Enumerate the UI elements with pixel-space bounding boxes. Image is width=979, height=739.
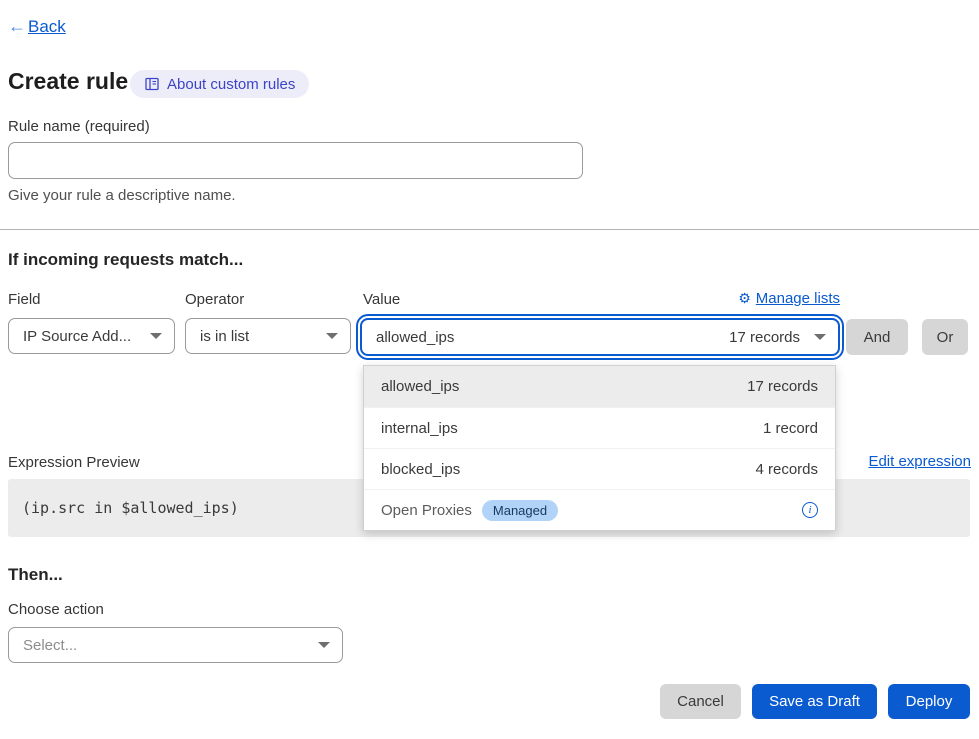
chevron-down-icon bbox=[814, 334, 826, 340]
action-select-placeholder: Select... bbox=[23, 637, 77, 654]
and-button[interactable]: And bbox=[846, 319, 908, 355]
value-select-value: allowed_ips bbox=[376, 329, 454, 346]
match-section-heading: If incoming requests match... bbox=[8, 250, 243, 270]
rule-name-input[interactable] bbox=[8, 142, 583, 179]
back-link[interactable]: ← Back bbox=[8, 16, 66, 37]
value-dropdown-panel: allowed_ips 17 records internal_ips 1 re… bbox=[363, 365, 836, 531]
about-custom-rules-label: About custom rules bbox=[167, 76, 295, 93]
book-icon bbox=[144, 76, 160, 92]
edit-expression-link[interactable]: Edit expression bbox=[868, 453, 971, 470]
dropdown-option-open-proxies[interactable]: Open Proxies Managed i bbox=[364, 489, 835, 530]
field-select-value: IP Source Add... bbox=[23, 328, 131, 345]
cancel-button[interactable]: Cancel bbox=[660, 684, 741, 719]
back-arrow-icon: ← bbox=[8, 16, 26, 37]
save-as-draft-button[interactable]: Save as Draft bbox=[752, 684, 877, 719]
operator-select[interactable]: is in list bbox=[185, 318, 351, 354]
dropdown-option-allowed-ips[interactable]: allowed_ips 17 records bbox=[364, 366, 835, 407]
chevron-down-icon bbox=[150, 333, 162, 339]
then-section-heading: Then... bbox=[8, 565, 63, 585]
rule-name-helper-text: Give your rule a descriptive name. bbox=[8, 187, 236, 204]
field-select[interactable]: IP Source Add... bbox=[8, 318, 175, 354]
create-rule-page: ← Back Create rule About custom rules Ru… bbox=[0, 0, 979, 739]
back-label: Back bbox=[28, 17, 66, 37]
rule-name-label: Rule name (required) bbox=[8, 118, 150, 135]
chevron-down-icon bbox=[318, 642, 330, 648]
manage-lists-link[interactable]: ⚙ Manage lists bbox=[738, 290, 840, 307]
choose-action-label: Choose action bbox=[8, 601, 104, 618]
value-select[interactable]: allowed_ips 17 records bbox=[360, 318, 840, 356]
manage-lists-label: Manage lists bbox=[756, 290, 840, 307]
option-record-count: 4 records bbox=[755, 461, 818, 478]
managed-badge: Managed bbox=[482, 500, 558, 521]
gear-icon: ⚙ bbox=[738, 291, 751, 307]
action-select[interactable]: Select... bbox=[8, 627, 343, 663]
option-name: internal_ips bbox=[381, 420, 458, 437]
deploy-button[interactable]: Deploy bbox=[888, 684, 970, 719]
operator-select-value: is in list bbox=[200, 328, 249, 345]
chevron-down-icon bbox=[326, 333, 338, 339]
field-label: Field bbox=[8, 291, 41, 308]
option-name: Open Proxies bbox=[381, 502, 472, 519]
value-select-records: 17 records bbox=[729, 329, 800, 346]
expression-preview-label: Expression Preview bbox=[8, 454, 140, 471]
option-name: allowed_ips bbox=[381, 378, 459, 395]
or-button[interactable]: Or bbox=[922, 319, 968, 355]
page-title: Create rule bbox=[8, 68, 128, 95]
operator-label: Operator bbox=[185, 291, 244, 308]
about-custom-rules-link[interactable]: About custom rules bbox=[130, 70, 309, 98]
option-record-count: 1 record bbox=[763, 420, 818, 437]
option-name: blocked_ips bbox=[381, 461, 460, 478]
value-label: Value bbox=[363, 291, 400, 308]
info-icon[interactable]: i bbox=[802, 502, 818, 518]
section-divider bbox=[0, 229, 979, 230]
dropdown-option-blocked-ips[interactable]: blocked_ips 4 records bbox=[364, 448, 835, 489]
expression-code: (ip.src in $allowed_ips) bbox=[22, 499, 239, 517]
option-record-count: 17 records bbox=[747, 378, 818, 395]
dropdown-option-internal-ips[interactable]: internal_ips 1 record bbox=[364, 407, 835, 448]
